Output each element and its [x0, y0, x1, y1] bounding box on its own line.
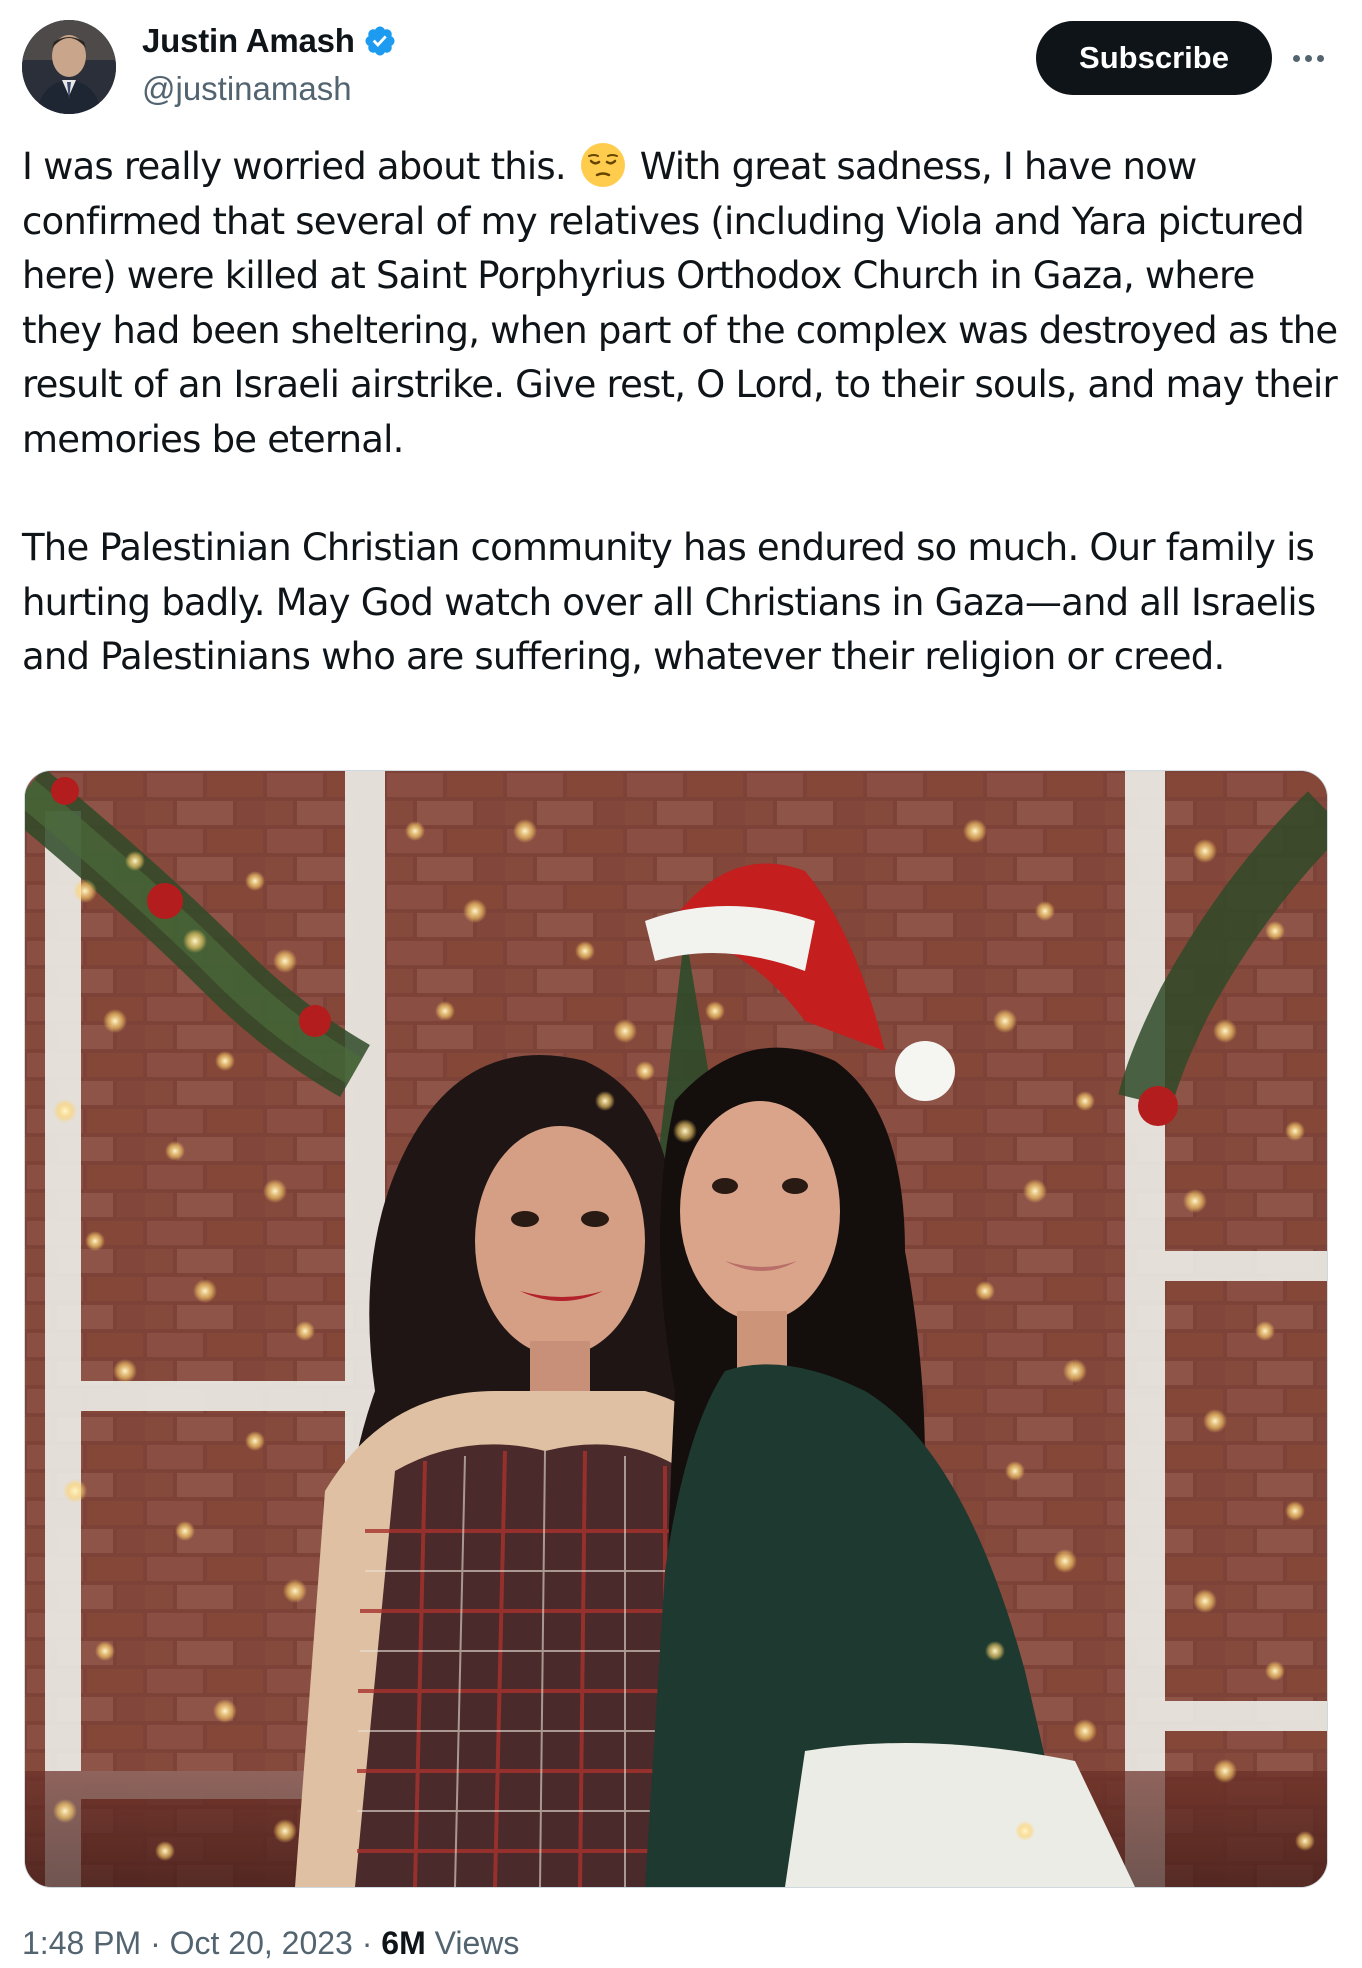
tweet-text-part-1: I was really worried about this.: [22, 145, 567, 188]
author-avatar[interactable]: [22, 20, 116, 114]
views-label: Views: [434, 1925, 520, 1961]
author-name[interactable]: Justin Amash: [142, 22, 355, 60]
separator: ·: [150, 1925, 161, 1961]
tweet-text-part-2: With great sadness, I have now confirmed…: [22, 145, 1338, 461]
tweet-header: Justin Amash @justinamash Subscribe: [0, 0, 1362, 130]
tweet-footer: 1:48 PM · Oct 20, 2023 · 6M Views: [22, 1925, 519, 1962]
more-options-icon[interactable]: [1286, 38, 1330, 78]
pensive-face-emoji-icon: [580, 143, 625, 187]
tweet-date[interactable]: Oct 20, 2023: [170, 1925, 353, 1961]
tweet-photo[interactable]: [24, 770, 1328, 1888]
separator: ·: [361, 1925, 373, 1961]
photo-of-two-women-icon: [25, 771, 1327, 1887]
author-handle[interactable]: @justinamash: [142, 70, 352, 108]
tweet-paragraph-2: The Palestinian Christian community has …: [22, 526, 1316, 678]
tweet-text: I was really worried about this. With gr…: [22, 140, 1340, 685]
views-count: 6M: [381, 1925, 426, 1961]
verified-badge-icon: [365, 26, 395, 56]
subscribe-button[interactable]: Subscribe: [1036, 21, 1272, 95]
tweet-time[interactable]: 1:48 PM: [22, 1925, 141, 1961]
tweet-paragraph-1: I was really worried about this. With gr…: [22, 140, 1340, 467]
author-name-row[interactable]: Justin Amash: [142, 22, 397, 60]
